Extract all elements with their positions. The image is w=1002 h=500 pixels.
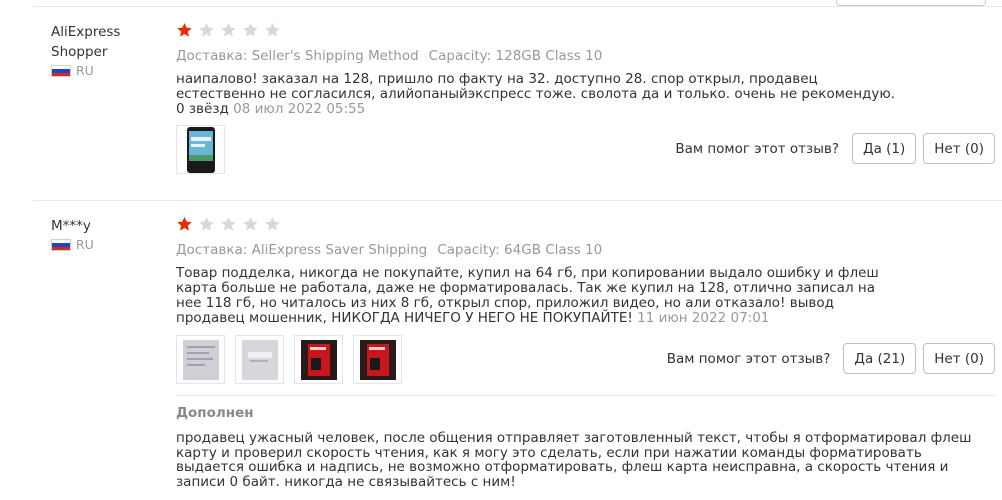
red-sd-card-photo-icon bbox=[300, 339, 337, 380]
review-text: наипалово! заказал на 128, пришло по фак… bbox=[176, 72, 896, 117]
review-date: 11 июн 2022 07:01 bbox=[637, 310, 770, 326]
country-code: RU bbox=[76, 63, 94, 78]
star-icon-empty bbox=[199, 23, 214, 37]
review-photo[interactable] bbox=[294, 335, 343, 384]
reviewer-country: RU bbox=[51, 238, 151, 252]
review-body: Доставка: Seller's Shipping Method Capaci… bbox=[176, 22, 996, 117]
delivery-method: Доставка: Seller's Shipping Method bbox=[176, 48, 419, 64]
vote-yes-button[interactable]: Да (1) bbox=[852, 133, 917, 164]
star-icon-empty bbox=[243, 217, 258, 231]
reviewer-info: AliExpress Shopper RU bbox=[51, 22, 151, 78]
card-package-photo-icon bbox=[241, 339, 278, 380]
sku-capacity: Capacity: 64GB Class 10 bbox=[437, 242, 603, 258]
review-photo[interactable] bbox=[353, 335, 402, 384]
russia-flag-icon bbox=[51, 65, 71, 77]
append-divider bbox=[176, 395, 996, 396]
top-divider bbox=[33, 6, 1002, 7]
review-photos bbox=[176, 335, 412, 384]
review-photos bbox=[176, 125, 235, 174]
review-photo[interactable] bbox=[176, 125, 225, 174]
red-sd-card-photo-icon bbox=[359, 339, 396, 380]
star-icon-empty bbox=[243, 23, 258, 37]
review-text: Товар подделка, никогда не покупайте, ку… bbox=[176, 266, 896, 326]
review-body: Доставка: AliExpress Saver Shipping Capac… bbox=[176, 216, 996, 326]
vote-no-button[interactable]: Нет (0) bbox=[923, 343, 995, 374]
reviewer-name: AliExpress Shopper bbox=[51, 24, 121, 60]
review-divider bbox=[33, 200, 1002, 201]
helpful-vote: Вам помог этот отзыв? Да (21) Нет (0) bbox=[667, 343, 995, 374]
order-info: Доставка: AliExpress Saver Shipping Capac… bbox=[176, 242, 996, 258]
append-title: Дополнен bbox=[176, 405, 254, 421]
document-photo-icon bbox=[182, 339, 219, 380]
append-text: продавец ужасный человек, после общения … bbox=[176, 430, 972, 490]
review-photo[interactable] bbox=[235, 335, 284, 384]
helpful-vote: Вам помог этот отзыв? Да (1) Нет (0) bbox=[675, 133, 995, 164]
review-content: Товар подделка, никогда не покупайте, ку… bbox=[176, 265, 879, 326]
reviewer-country: RU bbox=[51, 64, 151, 78]
star-icon-empty bbox=[199, 217, 214, 231]
star-icon-filled bbox=[177, 23, 192, 37]
sku-capacity: Capacity: 128GB Class 10 bbox=[428, 48, 603, 64]
order-info: Доставка: Seller's Shipping Method Capaci… bbox=[176, 48, 996, 64]
delivery-method: Доставка: AliExpress Saver Shipping bbox=[176, 242, 428, 258]
star-icon-empty bbox=[265, 23, 280, 37]
helpful-label: Вам помог этот отзыв? bbox=[666, 350, 831, 367]
country-code: RU bbox=[76, 237, 94, 252]
star-icon-filled bbox=[177, 217, 192, 231]
review-date: 08 июл 2022 05:55 bbox=[233, 101, 366, 117]
star-icon-empty bbox=[221, 217, 236, 231]
phone-screenshot-icon bbox=[186, 126, 215, 173]
russia-flag-icon bbox=[51, 239, 71, 251]
helpful-label: Вам помог этот отзыв? bbox=[675, 140, 840, 157]
star-icon-empty bbox=[221, 23, 236, 37]
star-rating bbox=[176, 22, 996, 38]
vote-no-button[interactable]: Нет (0) bbox=[923, 133, 995, 164]
star-rating bbox=[176, 216, 996, 232]
star-icon-empty bbox=[265, 217, 280, 231]
review-photo[interactable] bbox=[176, 335, 225, 384]
reviewer-info: M***y RU bbox=[51, 216, 151, 252]
vote-yes-button[interactable]: Да (21) bbox=[843, 343, 917, 374]
reviewer-name: M***y bbox=[51, 218, 91, 234]
